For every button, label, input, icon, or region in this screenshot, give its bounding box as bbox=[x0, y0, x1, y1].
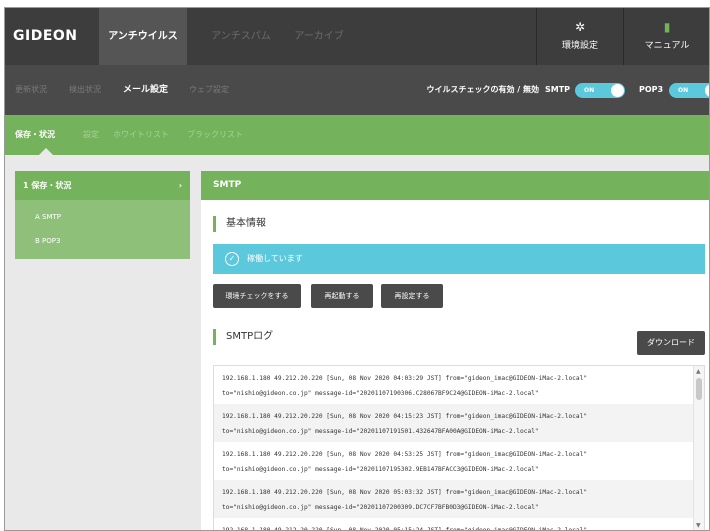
sidebar: 1 保存・状況 › A SMTP B POP3 bbox=[15, 171, 190, 259]
subnav-mail-settings[interactable]: メール設定 bbox=[123, 65, 168, 115]
pop3-toggle-knob bbox=[705, 84, 709, 97]
log-row: 192.168.1.180 49.212.20.220 [Sun, 08 Nov… bbox=[214, 366, 694, 404]
tab-antivirus[interactable]: アンチウイルス bbox=[99, 8, 187, 65]
main-panel: SMTP 基本情報 ✓ 稼働しています 環境チェックをする 再起動する 再設定す… bbox=[201, 171, 709, 531]
top-bar: GIDEON アンチウイルス アンチスパム アーカイブ ✲ 環境設定 ▮ マニュ… bbox=[5, 8, 709, 65]
smtp-log-title: SMTPログ bbox=[213, 329, 273, 345]
check-circle-icon: ✓ bbox=[225, 252, 239, 266]
basic-info-title: 基本情報 bbox=[213, 216, 266, 232]
status-text: 稼働しています bbox=[247, 254, 303, 263]
env-check-button[interactable]: 環境チェックをする bbox=[213, 284, 301, 308]
log-line: 192.168.1.180 49.212.20.220 [Sun, 08 Nov… bbox=[222, 527, 588, 531]
app-window: GIDEON アンチウイルス アンチスパム アーカイブ ✲ 環境設定 ▮ マニュ… bbox=[4, 7, 710, 531]
reconfigure-button[interactable]: 再設定する bbox=[381, 284, 443, 308]
sidebar-item-smtp[interactable]: A SMTP bbox=[35, 207, 61, 227]
log-line: 192.168.1.180 49.212.20.220 [Sun, 08 Nov… bbox=[222, 375, 588, 382]
pop3-toggle[interactable]: ON bbox=[669, 83, 709, 98]
manual-label: マニュアル bbox=[644, 41, 690, 51]
log-scrollbar[interactable]: ▲ ▼ bbox=[693, 366, 704, 530]
log-row: 192.168.1.180 49.212.20.220 [Sun, 08 Nov… bbox=[214, 480, 694, 518]
restart-button[interactable]: 再起動する bbox=[311, 284, 373, 308]
pop3-toggle-state: ON bbox=[678, 87, 689, 94]
sidebar-header[interactable]: 1 保存・状況 › bbox=[15, 171, 190, 200]
log-line: to="nishio@gideon.co.jp" message-id="202… bbox=[222, 504, 539, 511]
sidebar-item-pop3[interactable]: B POP3 bbox=[35, 231, 60, 251]
smtp-toggle-state: ON bbox=[584, 87, 595, 94]
scroll-down-icon[interactable]: ▼ bbox=[696, 522, 701, 529]
tab-settings[interactable]: 設定 bbox=[83, 115, 99, 155]
subnav-update-status[interactable]: 更新状況 bbox=[15, 65, 47, 115]
download-button[interactable]: ダウンロード bbox=[637, 331, 705, 355]
smtp-toggle[interactable]: ON bbox=[575, 83, 625, 98]
log-line: to="nishio@gideon.co.jp" message-id="202… bbox=[222, 466, 539, 473]
section-tabs: 保存・状況 設定 ホワイトリスト ブラックリスト bbox=[5, 115, 709, 155]
smtp-toggle-knob bbox=[611, 84, 624, 97]
tab-whitelist[interactable]: ホワイトリスト bbox=[113, 115, 169, 155]
sidebar-header-label: 1 保存・状況 bbox=[23, 181, 72, 190]
virus-check-label: ウイルスチェックの有効 / 無効 bbox=[426, 85, 540, 94]
settings-button[interactable]: ✲ 環境設定 bbox=[536, 8, 623, 65]
sub-nav: 更新状況 検出状況 メール設定 ウェブ設定 ウイルスチェックの有効 / 無効 S… bbox=[5, 65, 709, 115]
book-icon: ▮ bbox=[663, 20, 671, 34]
active-tab-caret bbox=[39, 148, 53, 155]
log-row: 192.168.1.180 49.212.20.220 [Sun, 08 Nov… bbox=[214, 404, 694, 442]
smtp-toggle-label: SMTP bbox=[545, 85, 571, 94]
log-line: 192.168.1.180 49.212.20.220 [Sun, 08 Nov… bbox=[222, 489, 588, 496]
subnav-web-settings[interactable]: ウェブ設定 bbox=[189, 65, 229, 115]
brand-logo: GIDEON bbox=[13, 28, 78, 44]
gear-icon: ✲ bbox=[574, 20, 586, 34]
chevron-right-icon: › bbox=[178, 181, 182, 190]
log-line: to="nishio@gideon.co.jp" message-id="202… bbox=[222, 428, 539, 435]
settings-label: 環境設定 bbox=[561, 41, 598, 51]
log-list[interactable]: 192.168.1.180 49.212.20.220 [Sun, 08 Nov… bbox=[213, 365, 705, 531]
tab-archive[interactable]: アーカイブ bbox=[289, 8, 349, 65]
pop3-toggle-label: POP3 bbox=[639, 85, 664, 94]
subnav-detection-status[interactable]: 検出状況 bbox=[69, 65, 101, 115]
tab-blacklist[interactable]: ブラックリスト bbox=[187, 115, 243, 155]
manual-button[interactable]: ▮ マニュアル bbox=[623, 8, 709, 65]
status-banner: ✓ 稼働しています bbox=[213, 244, 705, 274]
tab-antispam[interactable]: アンチスパム bbox=[205, 8, 277, 65]
scroll-thumb[interactable] bbox=[696, 378, 702, 400]
scroll-up-icon[interactable]: ▲ bbox=[696, 368, 701, 375]
main-header: SMTP bbox=[201, 171, 709, 200]
log-line: 192.168.1.180 49.212.20.220 [Sun, 08 Nov… bbox=[222, 413, 588, 420]
log-row: 192.168.1.180 49.212.20.220 [Sun, 08 Nov… bbox=[214, 518, 694, 531]
log-row: 192.168.1.180 49.212.20.220 [Sun, 08 Nov… bbox=[214, 442, 694, 480]
log-line: to="nishio@gideon.co.jp" message-id="202… bbox=[222, 390, 539, 397]
log-line: 192.168.1.180 49.212.20.220 [Sun, 08 Nov… bbox=[222, 451, 588, 458]
